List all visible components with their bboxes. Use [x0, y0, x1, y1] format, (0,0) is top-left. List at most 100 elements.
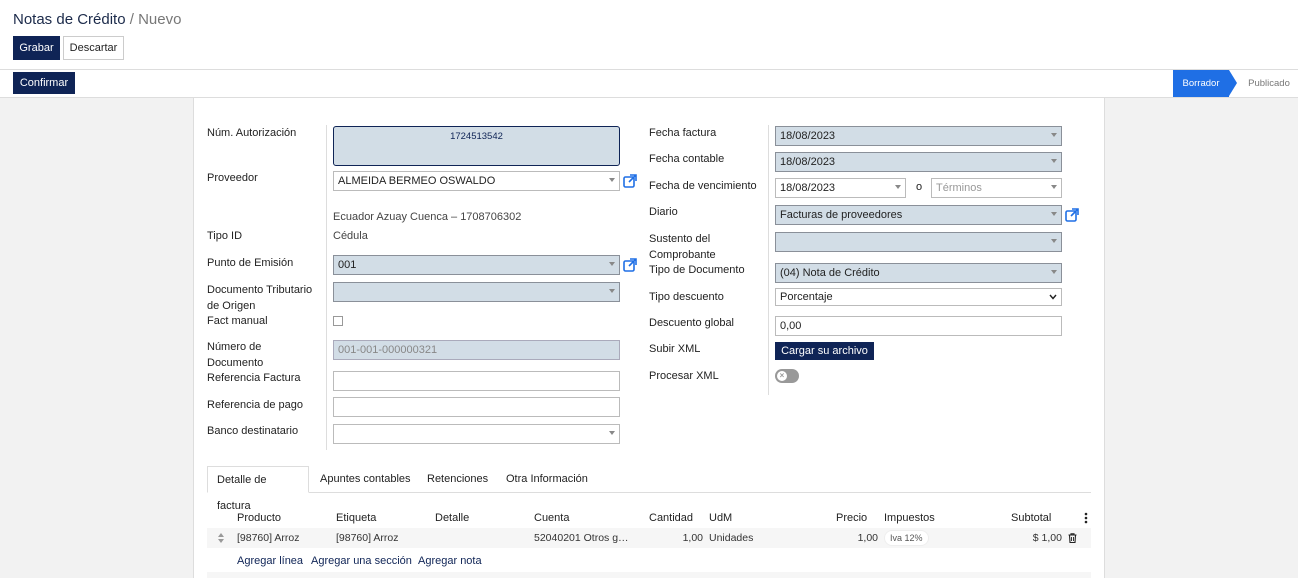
tipo-descuento-label: Tipo descuento: [649, 291, 724, 303]
kebab-icon[interactable]: [1084, 512, 1088, 524]
caret-down-icon: [609, 289, 615, 293]
fecha-vencimiento-field[interactable]: 18/08/2023: [775, 178, 906, 198]
column-header-etiqueta[interactable]: Etiqueta: [336, 511, 376, 525]
cell-precio[interactable]: 1,00: [824, 532, 878, 544]
drag-handle-icon[interactable]: [218, 533, 224, 543]
subir-xml-label: Subir XML: [649, 343, 701, 355]
fecha-vencimiento-label: Fecha de vencimiento: [649, 180, 757, 192]
tab-apuntes-contables[interactable]: Apuntes contables: [311, 466, 420, 493]
upload-file-button[interactable]: Cargar su archivo: [775, 342, 874, 360]
fecha-factura-field[interactable]: 18/08/2023: [775, 126, 1062, 146]
tab-retenciones[interactable]: Retenciones: [418, 466, 497, 493]
caret-down-icon: [895, 185, 901, 189]
fecha-vencimiento-value: 18/08/2023: [780, 182, 836, 194]
proveedor-value: ALMEIDA BERMEO OSWALDO: [338, 175, 496, 187]
fecha-contable-value: 18/08/2023: [780, 156, 836, 168]
group-separator-left: [326, 125, 327, 450]
tab-otra-informacion[interactable]: Otra Información: [497, 466, 597, 493]
numero-documento-label: Número de Documento: [207, 341, 264, 369]
proveedor-label: Proveedor: [207, 172, 258, 184]
save-button[interactable]: Grabar: [13, 36, 60, 60]
or-text: o: [916, 181, 923, 193]
tipo-descuento-value: Porcentaje: [780, 291, 833, 303]
stage-posted[interactable]: Publicado: [1240, 70, 1298, 97]
descuento-global-field[interactable]: 0,00: [775, 316, 1062, 336]
numero-documento-field[interactable]: 001-001-000000321: [333, 340, 620, 360]
cell-cantidad[interactable]: 1,00: [649, 532, 703, 544]
referencia-pago-field[interactable]: [333, 397, 620, 417]
num-autorizacion-field[interactable]: 1724513542: [333, 126, 620, 166]
terminos-field[interactable]: Términos: [931, 178, 1062, 198]
trash-icon[interactable]: [1068, 533, 1077, 543]
referencia-factura-field[interactable]: [333, 371, 620, 391]
notebook-tabs: Detalle de factura Apuntes contables Ret…: [207, 466, 1091, 512]
tipo-documento-field[interactable]: (04) Nota de Crédito: [775, 263, 1062, 283]
breadcrumb-separator: /: [129, 11, 134, 28]
caret-down-icon: [609, 431, 615, 435]
cell-udm[interactable]: Unidades: [709, 532, 753, 544]
tipo-descuento-select[interactable]: Porcentaje: [775, 288, 1062, 306]
referencia-factura-label: Referencia Factura: [207, 372, 301, 384]
caret-down-icon: [1051, 239, 1057, 243]
add-section-link[interactable]: Agregar una sección: [311, 554, 412, 568]
doc-tributario-field[interactable]: [333, 282, 620, 302]
punto-emision-label: Punto de Emisión: [207, 257, 294, 269]
cell-subtotal[interactable]: $ 1,00: [1004, 532, 1062, 544]
external-link-icon[interactable]: [623, 258, 637, 272]
caret-down-icon: [1051, 133, 1057, 137]
add-note-link[interactable]: Agregar nota: [418, 554, 482, 568]
caret-down-icon: [1051, 270, 1057, 274]
sustento-label: Sustento del Comprobante: [649, 233, 716, 261]
referencia-pago-label: Referencia de pago: [207, 399, 304, 411]
external-link-icon[interactable]: [623, 174, 637, 188]
chevron-down-icon: [1049, 294, 1057, 300]
confirm-button[interactable]: Confirmar: [13, 72, 75, 94]
diario-label: Diario: [649, 206, 678, 218]
status-bar: Confirmar Borrador Publicado: [0, 70, 1298, 98]
stage-draft[interactable]: Borrador: [1173, 70, 1237, 97]
cell-producto[interactable]: [98760] Arroz: [237, 532, 299, 544]
group-separator-right: [768, 125, 769, 395]
fact-manual-checkbox[interactable]: [333, 316, 343, 326]
fact-manual-label: Fact manual: [207, 315, 268, 327]
tipo-documento-value: (04) Nota de Crédito: [780, 267, 880, 279]
breadcrumb: Notas de Crédito / Nuevo: [13, 11, 181, 28]
cell-cuenta[interactable]: 52040201 Otros g…: [534, 532, 629, 544]
caret-down-icon: [1051, 185, 1057, 189]
diario-value: Facturas de proveedores: [780, 209, 903, 221]
control-panel: Notas de Crédito / Nuevo Grabar Descarta…: [0, 0, 1298, 70]
column-header-precio[interactable]: Precio: [836, 511, 867, 525]
column-header-producto[interactable]: Producto: [237, 511, 281, 525]
fecha-contable-field[interactable]: 18/08/2023: [775, 152, 1062, 172]
num-autorizacion-label: Núm. Autorización: [207, 127, 297, 139]
column-header-impuestos[interactable]: Impuestos: [884, 511, 935, 525]
diario-field[interactable]: Facturas de proveedores: [775, 205, 1062, 225]
procesar-xml-toggle[interactable]: ×: [775, 369, 799, 383]
punto-emision-field[interactable]: 001: [333, 255, 620, 275]
tab-detalle-factura[interactable]: Detalle de factura: [207, 466, 309, 512]
column-header-subtotal[interactable]: Subtotal: [1011, 511, 1051, 525]
proveedor-field[interactable]: ALMEIDA BERMEO OSWALDO: [333, 171, 620, 191]
banco-destinatario-label: Banco destinatario: [207, 425, 299, 437]
column-header-detalle[interactable]: Detalle: [435, 511, 469, 525]
column-header-cantidad[interactable]: Cantidad: [649, 511, 693, 525]
procesar-xml-label: Procesar XML: [649, 370, 719, 382]
cell-etiqueta[interactable]: [98760] Arroz: [336, 532, 398, 544]
external-link-icon[interactable]: [1065, 208, 1079, 222]
column-header-cuenta[interactable]: Cuenta: [534, 511, 569, 525]
doc-tributario-label: Documento Tributario de Origen: [207, 284, 313, 312]
caret-down-icon: [1051, 159, 1057, 163]
fecha-factura-value: 18/08/2023: [780, 130, 836, 142]
tipo-id-label: Tipo ID: [207, 230, 243, 242]
add-line-link[interactable]: Agregar línea: [237, 554, 303, 568]
caret-down-icon: [609, 178, 615, 182]
tax-tag[interactable]: Iva 12%: [884, 530, 929, 546]
descuento-global-label: Descuento global: [649, 317, 735, 329]
banco-destinatario-field[interactable]: [333, 424, 620, 444]
punto-emision-value: 001: [338, 259, 357, 271]
breadcrumb-current[interactable]: Notas de Crédito: [13, 11, 126, 28]
column-header-udm[interactable]: UdM: [709, 511, 732, 525]
breadcrumb-new: Nuevo: [138, 11, 182, 28]
sustento-field[interactable]: [775, 232, 1062, 252]
discard-button[interactable]: Descartar: [63, 36, 124, 60]
